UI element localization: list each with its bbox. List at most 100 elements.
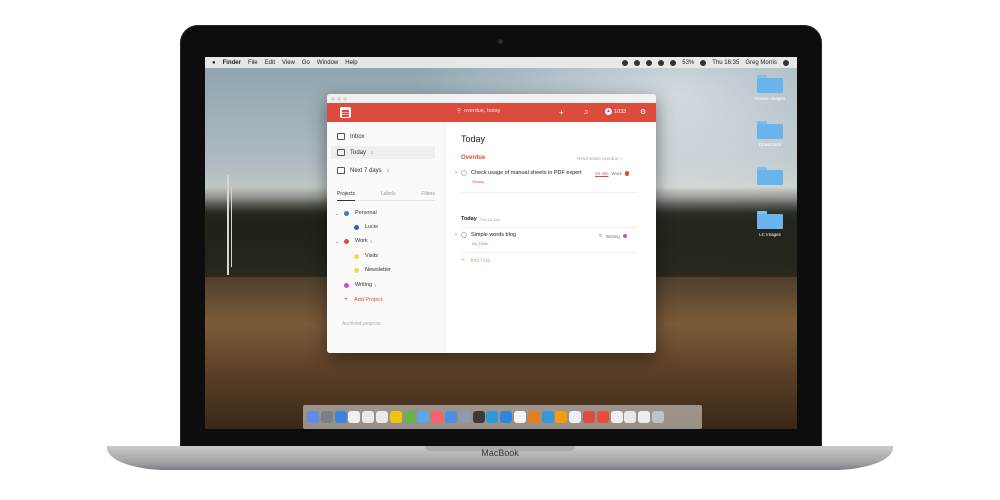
folder-icon[interactable] (757, 167, 783, 185)
dock-app-icon[interactable] (334, 411, 347, 423)
status-icon[interactable] (622, 59, 629, 66)
project-personal[interactable]: Personal (344, 210, 377, 216)
dock-app-icon[interactable] (541, 411, 554, 423)
project-color-dot (354, 267, 359, 273)
project-color-dot (622, 233, 628, 239)
spotlight-icon[interactable] (783, 59, 789, 66)
project-newsletter[interactable]: Newsletter (354, 267, 391, 273)
nav-label: Today (350, 149, 367, 156)
dock-app-icon[interactable] (555, 411, 568, 423)
apple-menu-icon[interactable]: ● (212, 60, 216, 66)
battery-icon[interactable] (700, 59, 707, 66)
add-project-button[interactable]: + Add Project (344, 296, 383, 303)
gear-icon[interactable]: ⚙ (640, 107, 646, 118)
dock-app-icon[interactable] (582, 411, 595, 423)
battery-percent[interactable]: 53% (682, 60, 694, 66)
dock-app-icon[interactable] (527, 411, 540, 423)
chevron-right-icon[interactable]: › (455, 170, 457, 176)
dock-app-icon[interactable] (417, 411, 430, 423)
dock-app-icon[interactable] (362, 411, 375, 423)
folder-icon[interactable] (757, 75, 783, 93)
chevron-down-icon[interactable]: ⌄ (335, 211, 339, 217)
add-task-icon[interactable]: + (559, 107, 564, 118)
task-label: Alt_Fiber (472, 241, 489, 246)
project-color-dot (624, 171, 630, 176)
reschedule-label: Reschedule overdue (577, 156, 619, 161)
dock-app-icon[interactable] (624, 411, 637, 423)
dock-app-icon[interactable] (472, 411, 485, 423)
menu-item[interactable]: Go (302, 60, 310, 66)
status-icon[interactable] (634, 59, 641, 66)
chevron-down-icon[interactable]: ⌄ (335, 239, 339, 245)
folder-icon[interactable] (757, 121, 783, 139)
menu-clock[interactable]: Thu 16:35 (712, 60, 739, 66)
karma-counter[interactable]: ▲ 1033 (605, 108, 626, 115)
nav-count: 2 (386, 168, 390, 173)
today-section-heading: Today Thu 12 Jan (461, 216, 500, 222)
dock-app-icon[interactable] (389, 411, 402, 423)
dock-app-icon[interactable] (375, 411, 388, 423)
dock-app-icon[interactable] (500, 411, 513, 423)
dock-app-icon[interactable] (403, 411, 416, 423)
zoom-button[interactable] (343, 96, 347, 101)
tab-projects[interactable]: Projects (337, 191, 356, 201)
bell-icon[interactable]: ♫ (583, 107, 588, 118)
task-item[interactable]: › Simple words blog (455, 232, 516, 238)
dock-app-icon[interactable] (486, 411, 499, 423)
dock-app-icon[interactable] (651, 411, 664, 423)
menu-item[interactable]: View (282, 60, 295, 66)
task-checkbox[interactable] (461, 232, 467, 238)
project-label: Work (355, 238, 368, 244)
project-visits[interactable]: Visits (354, 253, 378, 259)
folder-icon[interactable] (757, 211, 783, 229)
minimize-button[interactable] (337, 96, 341, 101)
dock-app-icon[interactable] (320, 411, 333, 423)
close-button[interactable] (331, 96, 335, 101)
dock-app-icon[interactable] (569, 411, 582, 423)
dock-app-icon[interactable] (348, 411, 361, 423)
nav-inbox[interactable]: Inbox (337, 133, 365, 140)
today-heading: Today (461, 216, 477, 222)
calendar-icon: ◇ (619, 156, 624, 161)
tab-labels[interactable]: Labels (381, 191, 396, 197)
chevron-right-icon[interactable]: › (455, 232, 457, 238)
inbox-icon (337, 133, 345, 140)
todoist-logo-icon[interactable] (340, 107, 351, 118)
task-due-date[interactable]: 10 Jan (595, 171, 609, 176)
karma-value: 1033 (614, 108, 627, 115)
tab-filters[interactable]: Filters (421, 191, 435, 197)
menu-item[interactable]: File (248, 60, 258, 66)
menu-item[interactable]: Help (345, 60, 357, 66)
dock-app-icon[interactable] (307, 411, 319, 423)
archived-projects-link[interactable]: Archived projects (342, 321, 380, 327)
add-task-button[interactable]: + Add Task (461, 257, 491, 264)
project-work[interactable]: Work 1 (344, 238, 372, 244)
bluetooth-icon[interactable] (646, 59, 653, 66)
task-checkbox[interactable] (461, 170, 467, 176)
project-lucie[interactable]: Lucie (354, 224, 378, 230)
menu-item[interactable]: Edit (265, 60, 275, 66)
dock-app-icon[interactable] (513, 411, 526, 423)
project-label: Newsletter (365, 267, 391, 273)
menu-user[interactable]: Greg Morris (745, 60, 777, 66)
project-writing[interactable]: Writing 1 (344, 282, 377, 288)
search-input[interactable]: ⚲ overdue, today (457, 108, 500, 114)
task-item[interactable]: › Check usage of manual sheets in PDF ex… (455, 170, 582, 176)
volume-icon[interactable] (670, 59, 677, 66)
dock-app-icon[interactable] (596, 411, 609, 423)
menu-item[interactable]: Window (317, 60, 338, 66)
project-label: Visits (365, 253, 379, 259)
dock-app-icon[interactable] (610, 411, 623, 423)
project-count: 1 (369, 238, 373, 244)
dock-app-icon[interactable] (444, 411, 457, 423)
wifi-icon[interactable] (658, 59, 665, 66)
nav-next-7-days[interactable]: Next 7 days 2 (337, 167, 389, 174)
nav-today[interactable]: Today 2 (331, 146, 435, 159)
dock-app-icon[interactable] (638, 411, 651, 423)
menu-item[interactable]: Finder (223, 60, 241, 66)
calendar-week-icon (337, 167, 345, 174)
task-title: Simple words blog (471, 232, 516, 238)
reschedule-overdue-link[interactable]: Reschedule overdue ◇ (577, 156, 623, 162)
dock-app-icon[interactable] (431, 411, 444, 423)
dock-app-icon[interactable] (458, 411, 471, 423)
